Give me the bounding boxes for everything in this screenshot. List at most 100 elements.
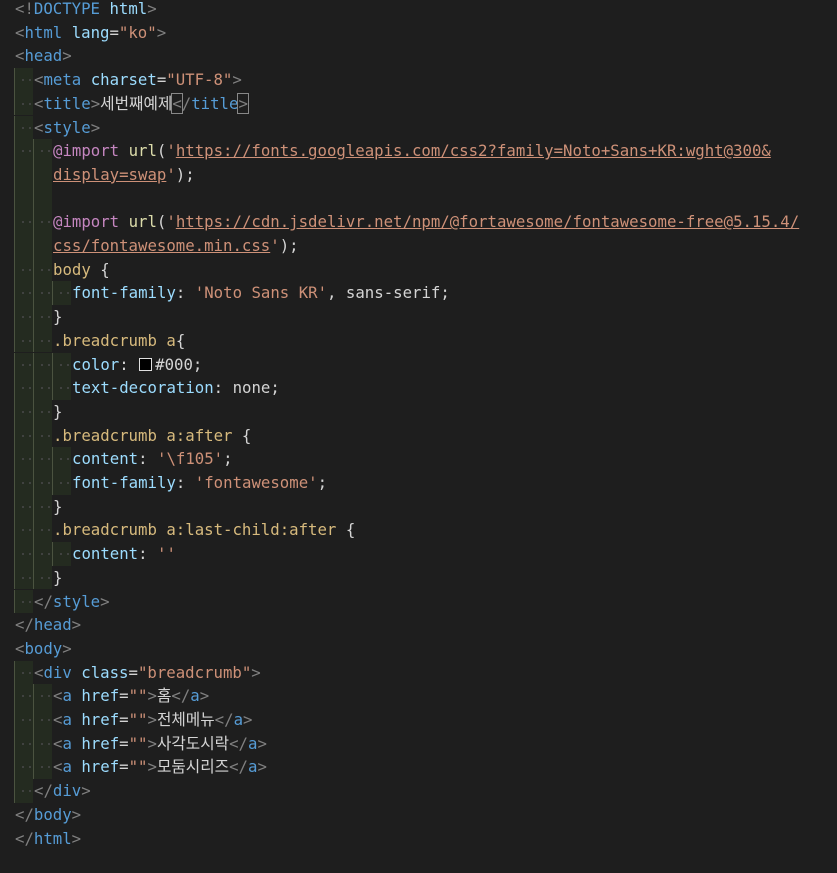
whitespace-dot [22, 102, 24, 105]
code-token: title [43, 93, 91, 113]
whitespace-dot [22, 434, 24, 437]
code-token: = [109, 22, 119, 42]
whitespace-dot [41, 221, 43, 224]
code-line[interactable]: text-decoration: none; [0, 376, 837, 400]
code-line[interactable]: <a href="">전체메뉴</a> [0, 708, 837, 732]
code-line[interactable]: </div> [0, 779, 837, 803]
whitespace-dot [29, 387, 31, 390]
code-line[interactable]: </html> [0, 827, 837, 851]
whitespace-dot [22, 742, 24, 745]
code-line[interactable]: .breadcrumb a{ [0, 328, 837, 353]
code-token: "" [128, 686, 148, 706]
indent-guide [33, 186, 52, 211]
code-line[interactable]: <title>세번째예제</title> [0, 91, 837, 116]
code-line[interactable]: <div class="breadcrumb"> [0, 660, 837, 685]
code-line[interactable]: <style> [0, 115, 837, 140]
code-line[interactable]: content: '\f105'; [0, 447, 837, 471]
code-line[interactable]: <a href="">사각도시락</a> [0, 731, 837, 756]
code-text: text-decoration: none; [72, 376, 280, 400]
whitespace-dot [60, 458, 62, 461]
code-line[interactable]: } [0, 494, 837, 519]
code-token: div [43, 662, 72, 682]
indent-guide [14, 210, 33, 234]
indent-guide [14, 518, 33, 543]
code-line[interactable]: font-family: 'fontawesome'; [0, 471, 837, 495]
code-text: </style> [34, 590, 110, 614]
indent-guide [33, 328, 52, 353]
code-line[interactable]: </head> [0, 613, 837, 637]
code-line[interactable]: @import url('https://cdn.jsdelivr.net/np… [0, 210, 837, 234]
code-token: </ [15, 828, 34, 848]
code-text: </head> [15, 613, 81, 637]
code-line[interactable]: @import url('https://fonts.googleapis.co… [0, 139, 837, 163]
code-line[interactable]: </body> [0, 803, 837, 827]
code-token: title [191, 93, 239, 113]
code-token: ; [192, 354, 203, 374]
whitespace-dot [41, 505, 43, 508]
code-text: .breadcrumb a:last-child:after { [53, 518, 355, 542]
code-line[interactable]: css/fontawesome.min.css'); [0, 234, 837, 258]
code-text: @import url('https://fonts.googleapis.co… [53, 139, 771, 163]
code-text: <a href="">사각도시락</a> [53, 732, 267, 756]
indent-guide [14, 494, 33, 519]
code-line[interactable]: body { [0, 257, 837, 282]
code-text: @import url('https://cdn.jsdelivr.net/np… [53, 210, 799, 234]
code-line[interactable]: } [0, 565, 837, 590]
code-line[interactable]: .breadcrumb a:last-child:after { [0, 518, 837, 543]
whitespace-dot [22, 458, 24, 461]
whitespace-dot [29, 126, 31, 129]
code-line[interactable]: color: #000; [0, 352, 837, 377]
whitespace-dot [22, 268, 24, 271]
code-line[interactable]: <a href="">홈</a> [0, 684, 837, 708]
whitespace-dot [22, 339, 24, 342]
whitespace-dot [67, 363, 69, 366]
code-token: 사각도시락 [156, 733, 230, 753]
indent-guide [33, 542, 52, 566]
indent-guide [33, 684, 52, 708]
whitespace-dot [60, 553, 62, 556]
code-line[interactable]: } [0, 399, 837, 424]
code-line[interactable]: .breadcrumb a:after { [0, 423, 837, 448]
code-token: > [147, 686, 157, 706]
code-line[interactable]: display=swap'); [0, 162, 837, 187]
indent-guide [33, 399, 52, 424]
code-line[interactable]: font-family: 'Noto Sans KR', sans-serif; [0, 281, 837, 306]
color-swatch[interactable] [139, 357, 153, 371]
indent-guide [33, 423, 52, 448]
code-line[interactable]: } [0, 305, 837, 329]
code-line[interactable]: content: '' [0, 542, 837, 566]
indent-guide [14, 257, 33, 282]
code-line[interactable]: <body> [0, 637, 837, 661]
code-line[interactable]: <!DOCTYPE html> [0, 0, 837, 21]
code-token: = [119, 733, 129, 753]
indent-guide [52, 376, 71, 400]
indent-guide [33, 305, 52, 329]
whitespace-dot [48, 695, 50, 698]
code-line[interactable] [0, 186, 837, 211]
indent-guide [52, 447, 71, 471]
whitespace-dot [48, 268, 50, 271]
code-editor[interactable]: <!DOCTYPE html> <html lang="ko"> <head> <me… [0, 0, 837, 873]
whitespace-dot [29, 102, 31, 105]
code-line[interactable]: </style> [0, 589, 837, 614]
whitespace-dot [22, 695, 24, 698]
code-token: a [62, 733, 72, 753]
code-line[interactable]: <head> [0, 44, 837, 68]
code-text: <a href="">모둠시리즈</a> [53, 755, 267, 779]
code-token: https://cdn.jsdelivr.net/npm/@fortawesom… [175, 212, 800, 232]
indent-guide [14, 186, 33, 211]
code-line[interactable]: <a href="">모둠시리즈</a> [0, 755, 837, 780]
whitespace-dot [29, 766, 31, 769]
code-token: 'fontawesome' [194, 473, 318, 492]
code-token: ' [166, 212, 176, 232]
indent-guide [14, 731, 33, 756]
code-token: class [81, 662, 129, 682]
indent-guide [33, 565, 52, 590]
code-text: <head> [15, 44, 72, 68]
whitespace-dot [48, 339, 50, 342]
code-line[interactable]: <html lang="ko"> [0, 21, 837, 45]
code-line[interactable]: <meta charset="UTF-8"> [0, 68, 837, 92]
code-token: : [175, 283, 195, 303]
